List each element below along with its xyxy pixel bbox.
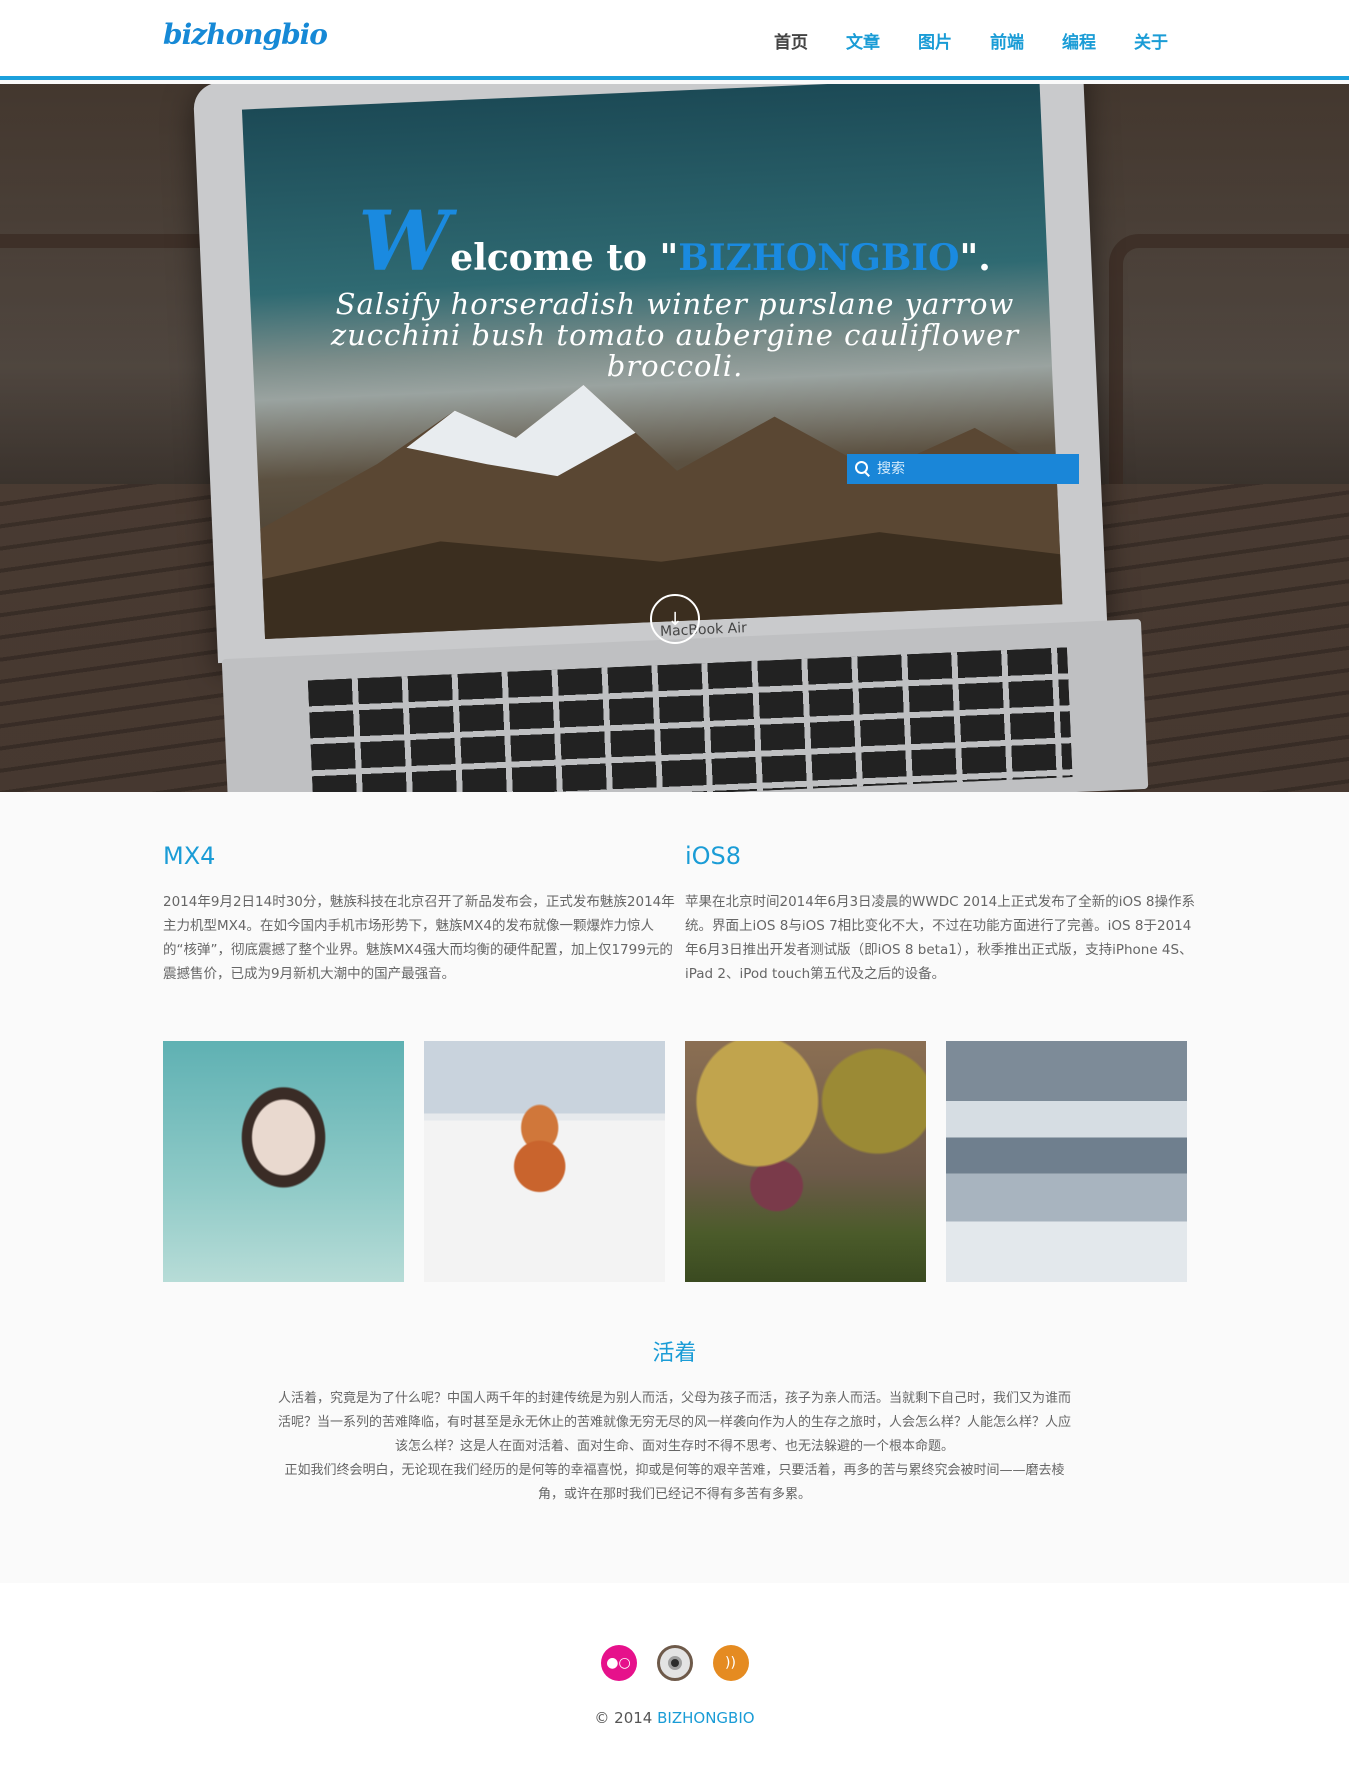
- flickr-icon[interactable]: ●○: [600, 1645, 637, 1681]
- copyright-text: © 2014: [594, 1709, 658, 1727]
- hero-title-text: elcome to ": [450, 237, 679, 279]
- search-input[interactable]: [877, 461, 1067, 477]
- article-mx4: MX4 2014年9月2日14时30分，魅族科技在北京召开了新品发布会，正式发布…: [163, 842, 675, 986]
- search-icon: [855, 461, 871, 477]
- essay-section: 活着 人活着，究竟是为了什么呢？中国人两千年的封建传统是为别人而活，父母为孩子而…: [0, 1335, 1349, 1507]
- essay-paragraph: 正如我们终会明白，无论现在我们经历的是何等的幸福喜悦，抑或是何等的艰辛苦难，只要…: [284, 1463, 1065, 1502]
- laptop-keys: [307, 647, 1073, 792]
- site-header: bizhongbio 首页 文章 图片 前端 编程 关于: [0, 0, 1349, 80]
- main-nav: 首页 文章 图片 前端 编程 关于: [755, 28, 1187, 53]
- mountain-illustration: [260, 384, 1063, 640]
- nav-item-articles[interactable]: 文章: [827, 28, 899, 53]
- scroll-down-button[interactable]: ↓: [650, 594, 700, 644]
- nav-item-about[interactable]: 关于: [1115, 28, 1187, 53]
- article-title[interactable]: iOS8: [685, 842, 1197, 870]
- hero-title-initial: W: [358, 194, 451, 290]
- gallery-photo-birds-in-forest[interactable]: [685, 1041, 926, 1282]
- nav-item-frontend[interactable]: 前端: [971, 28, 1043, 53]
- search-box[interactable]: [847, 454, 1079, 484]
- essay-title: 活着: [652, 1341, 697, 1366]
- hero-title: Welcome to "BIZHONGBIO".: [0, 194, 1349, 290]
- article-ios8: iOS8 苹果在北京时间2014年6月3日凌晨的WWDC 2014上正式发布了全…: [685, 842, 1197, 986]
- hero-subtitle: Salsify horseradish winter purslane yarr…: [330, 287, 1020, 383]
- gallery-photo-fox-in-snow[interactable]: [424, 1041, 665, 1282]
- essay-paragraph: 人活着，究竟是为了什么呢？中国人两千年的封建传统是为别人而活，父母为孩子而活，孩…: [277, 1391, 1071, 1454]
- article-text: 苹果在北京时间2014年6月3日凌晨的WWDC 2014上正式发布了全新的iOS…: [685, 894, 1196, 982]
- site-footer: ●○ )) © 2014 BIZHONGBIO: [0, 1583, 1349, 1769]
- instagram-icon[interactable]: [656, 1645, 693, 1681]
- gallery-photo-glacier-landscape[interactable]: [946, 1041, 1187, 1282]
- copyright-brand-link[interactable]: BIZHONGBIO: [657, 1709, 754, 1727]
- nav-item-home[interactable]: 首页: [755, 28, 827, 53]
- site-logo[interactable]: bizhongbio: [163, 18, 328, 58]
- logo-text: bizhongbio: [163, 18, 328, 51]
- article-text: 2014年9月2日14时30分，魅族科技在北京召开了新品发布会，正式发布魅族20…: [163, 894, 675, 982]
- nav-item-programming[interactable]: 编程: [1043, 28, 1115, 53]
- hero-title-brand: BIZHONGBIO: [678, 237, 960, 279]
- rss-icon[interactable]: )): [712, 1645, 749, 1681]
- nav-item-pictures[interactable]: 图片: [899, 28, 971, 53]
- hero-title-end: ".: [959, 237, 991, 279]
- social-links: ●○ )): [0, 1645, 1349, 1681]
- copyright: © 2014 BIZHONGBIO: [0, 1709, 1349, 1727]
- hero-banner: MacBook Air Welcome to "BIZHONGBIO". Sal…: [0, 84, 1349, 792]
- article-title[interactable]: MX4: [163, 842, 675, 870]
- photo-gallery: [163, 1041, 1187, 1282]
- arrow-down-icon: ↓: [667, 608, 683, 630]
- gallery-photo-child-in-water[interactable]: [163, 1041, 404, 1282]
